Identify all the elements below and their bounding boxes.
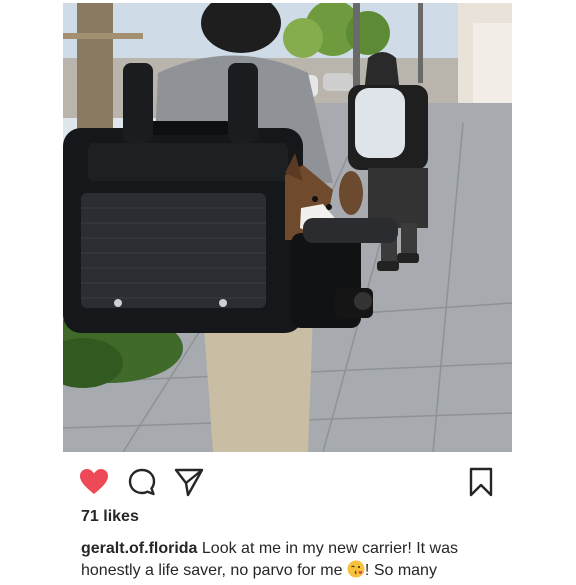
post-photo[interactable]	[63, 3, 512, 452]
post-caption: geralt.of.florida Look at me in my new c…	[81, 538, 501, 582]
photo-illustration	[63, 3, 512, 452]
comment-icon[interactable]	[126, 466, 158, 498]
bookmark-icon[interactable]	[465, 466, 497, 498]
send-icon[interactable]	[173, 466, 205, 498]
heart-icon[interactable]	[78, 466, 110, 498]
caption-text-end: ! So many	[364, 562, 437, 579]
post-action-bar	[63, 460, 512, 504]
likes-number: 71	[81, 508, 99, 525]
likes-count[interactable]: 71 likes	[81, 508, 139, 526]
kissing-face-emoji-icon	[347, 560, 365, 578]
caption-username[interactable]: geralt.of.florida	[81, 540, 197, 557]
likes-label: likes	[103, 508, 139, 525]
